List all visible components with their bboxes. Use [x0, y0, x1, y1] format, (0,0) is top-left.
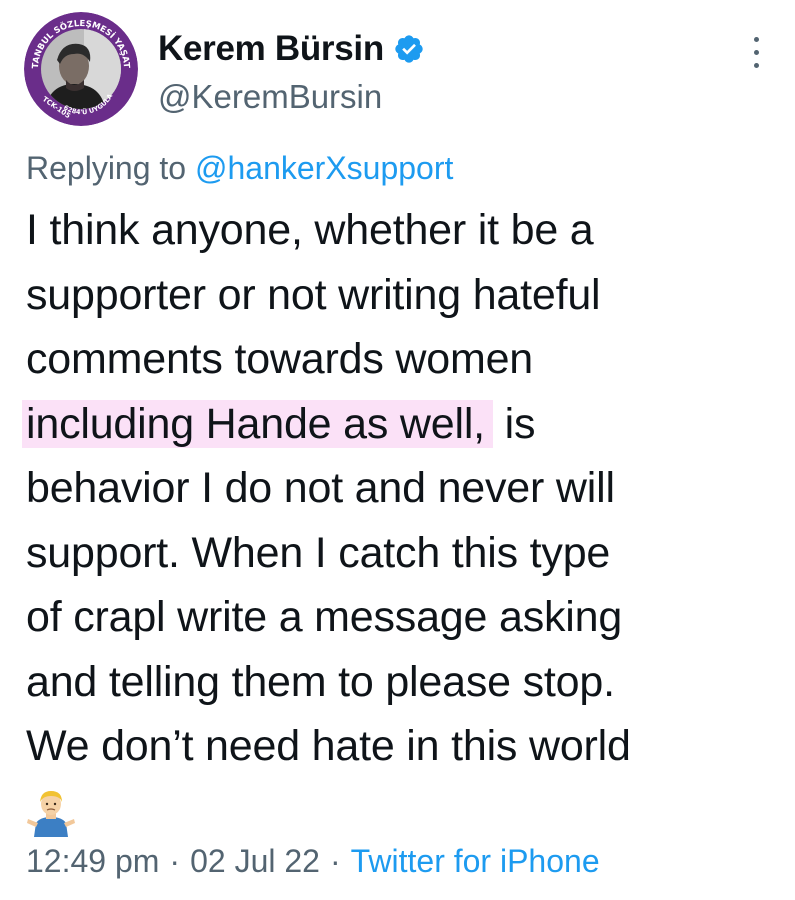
more-dot-icon: [753, 62, 759, 68]
tweet-date[interactable]: 02 Jul 22: [190, 843, 320, 879]
person-shrugging-emoji-icon: [26, 787, 76, 837]
highlighted-text: including Hande as well,: [22, 399, 493, 448]
tweet-text-line: We don’t need hate in this world: [26, 722, 631, 770]
more-options-button[interactable]: [738, 30, 774, 74]
verified-badge-icon: [393, 33, 425, 65]
tweet-time[interactable]: 12:49 pm: [26, 843, 159, 879]
replying-to-label: Replying to: [26, 150, 195, 186]
tweet-text-line: of crapl write a message asking: [26, 593, 623, 641]
tweet-text-line: behavior I do not and never will: [26, 464, 615, 512]
tweet-meta: 12:49 pm · 02 Jul 22 · Twitter for iPhone: [26, 843, 600, 880]
reply-mention-link[interactable]: @hankerXsupport: [195, 150, 453, 186]
tweet-text-line: comments towards women: [26, 335, 534, 383]
tweet-text-fragment: is: [492, 399, 536, 448]
avatar[interactable]: İSTANBUL SÖZLEŞMESİ YAŞATIR 6284'Ü UYGUL…: [24, 12, 138, 126]
tweet-text-line: [26, 779, 786, 844]
tweet-text-line: including Hande as well, is: [22, 392, 786, 457]
tweet-text-line: supporter or not writing hateful: [26, 270, 601, 319]
display-name[interactable]: Kerem Bürsin: [158, 29, 384, 69]
tweet-text-line: and telling them to please stop.: [26, 657, 615, 706]
tweet-text-line: I think anyone, whether it be a: [26, 206, 594, 254]
tweet-text: I think anyone, whether it be a supporte…: [22, 198, 786, 844]
author-name-row[interactable]: Kerem Bürsin: [158, 26, 425, 72]
author-handle[interactable]: @KeremBursin: [158, 78, 382, 116]
meta-separator: ·: [329, 843, 341, 879]
more-dot-icon: [753, 49, 759, 55]
tweet-source-link[interactable]: Twitter for iPhone: [351, 843, 600, 879]
more-dot-icon: [753, 36, 759, 42]
tweet-text-line: support. When I catch this type: [26, 528, 611, 577]
meta-separator: ·: [169, 843, 181, 879]
tweet: İSTANBUL SÖZLEŞMESİ YAŞATIR 6284'Ü UYGUL…: [0, 0, 795, 900]
replying-to: Replying to @hankerXsupport: [26, 150, 453, 187]
